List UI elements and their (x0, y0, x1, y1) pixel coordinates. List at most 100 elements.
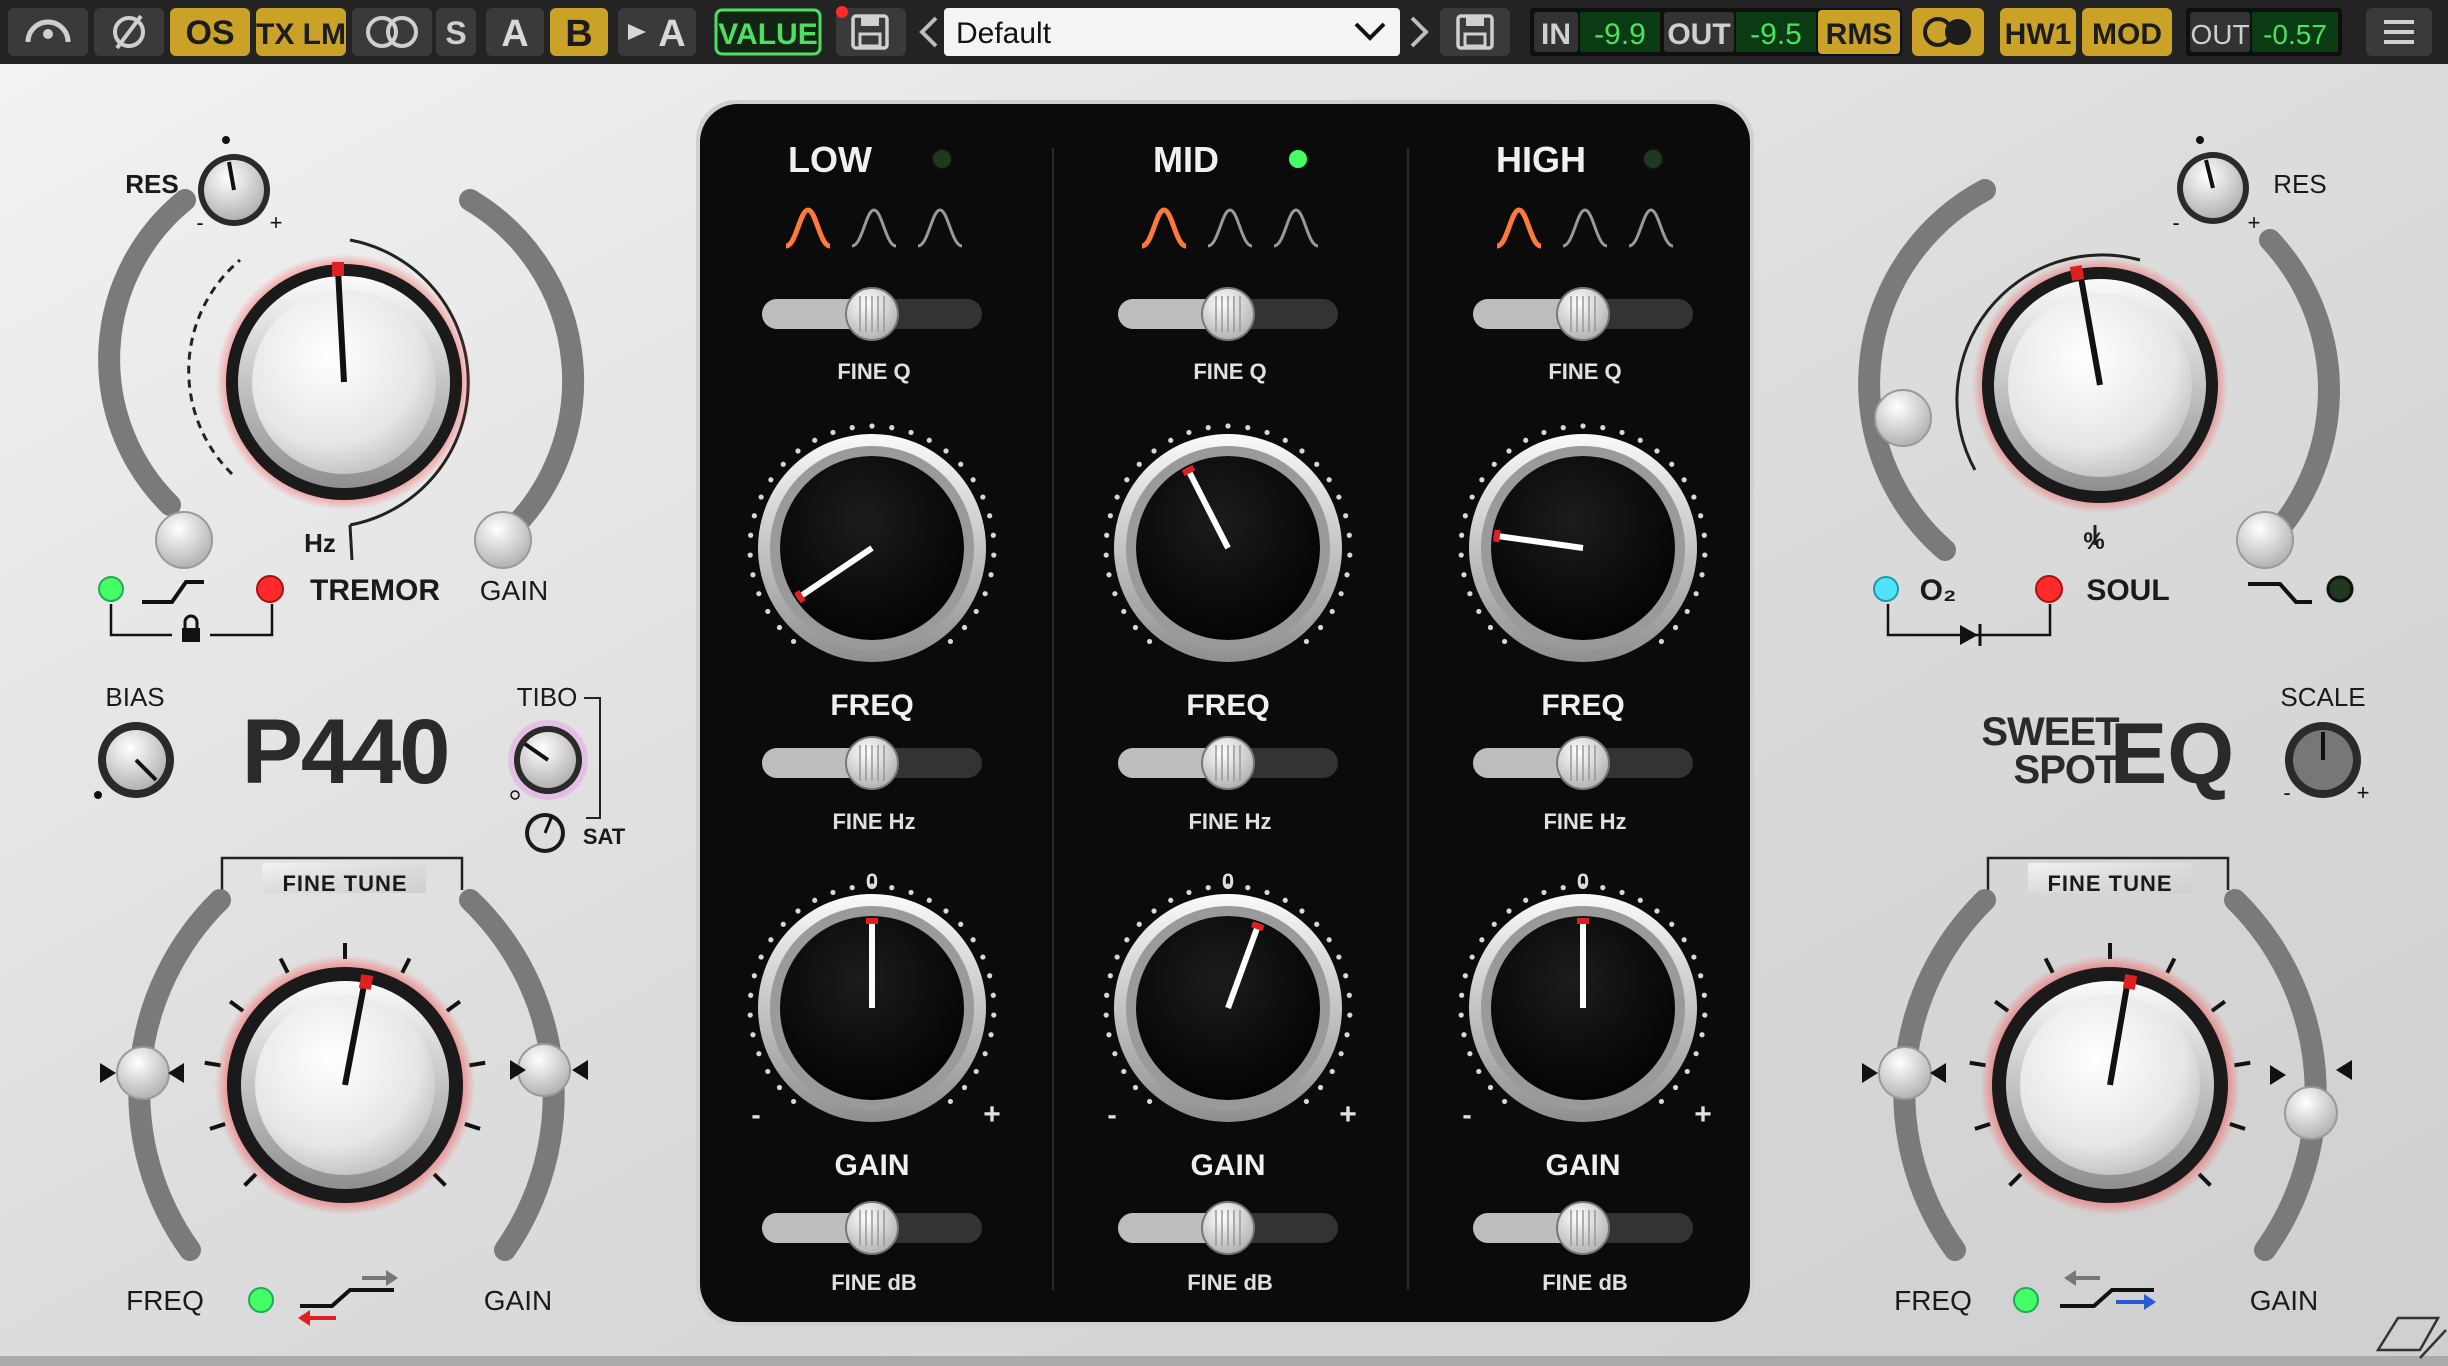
scale-dot (795, 448, 801, 454)
filter-led[interactable] (98, 576, 124, 602)
gain-right-slider-handle[interactable] (2284, 1086, 2338, 1140)
scale-dot (1469, 954, 1475, 960)
s-label: S (445, 15, 466, 51)
hw1-button[interactable]: HW1 (2000, 8, 2076, 56)
output-gain-readout[interactable]: OUT -0.57 (2186, 8, 2342, 56)
tremor-freq-slider-handle[interactable] (155, 511, 213, 569)
scale-dot (1245, 885, 1251, 891)
scale-dot (1299, 908, 1305, 914)
gain-minus-label: - (1462, 1099, 1471, 1130)
value-button[interactable]: VALUE (714, 8, 822, 56)
hz-label: Hz (304, 528, 336, 558)
save-as-button[interactable] (1440, 8, 1510, 56)
freq-right-slider-handle[interactable] (1878, 1046, 1932, 1100)
high-shelf-led[interactable] (2013, 1287, 2039, 1313)
toolbar: OS TX LM S A B A VALUE Default IN -9.9 O… (0, 0, 2448, 64)
tibo-knob[interactable] (508, 720, 588, 800)
bias-knob[interactable] (98, 722, 174, 798)
soul-label: SOUL (2086, 574, 2169, 607)
res-knob-right[interactable] (2177, 152, 2249, 224)
oversampling-button[interactable]: OS (170, 8, 250, 56)
sat-knob[interactable] (525, 813, 565, 853)
gain-zero-label: 0 (866, 869, 878, 894)
scale-dot (1107, 973, 1113, 979)
scale-dot (1684, 608, 1690, 615)
freq-slider-handle[interactable] (116, 1046, 170, 1100)
link-mode-button[interactable] (1912, 8, 1984, 56)
scale-dot (889, 885, 895, 891)
phase-button[interactable] (94, 8, 164, 56)
save-preset-button[interactable] (836, 6, 906, 56)
scale-dot (1637, 437, 1643, 443)
freq-label: FREQ (126, 1285, 204, 1316)
lowpass-led[interactable] (2326, 575, 2354, 603)
fine-hz-label: FINE Hz (1188, 809, 1271, 834)
tremor-led[interactable] (256, 575, 284, 603)
preset-name: Default (956, 17, 1052, 50)
shelf-led[interactable] (248, 1287, 274, 1313)
scale-dot (1469, 494, 1475, 500)
scale-dot (1560, 885, 1566, 891)
scale-dot (830, 889, 836, 896)
scale-dot (961, 624, 968, 631)
high-band-led[interactable] (1642, 148, 1664, 170)
plugin-window: OS TX LM S A B A VALUE Default IN -9.9 O… (0, 0, 2448, 1366)
rms-button[interactable]: RMS (1818, 10, 1900, 54)
scale-dot (1336, 954, 1342, 960)
mid-band-led[interactable] (1287, 148, 1309, 170)
scale-dot (1314, 921, 1320, 927)
preset-dropdown[interactable]: Default (944, 8, 1400, 56)
scale-dot (988, 1032, 994, 1038)
scale-dot (1317, 1084, 1324, 1091)
scale-dot (1523, 897, 1529, 903)
low-band-led[interactable] (931, 148, 953, 170)
scale-dot (1479, 937, 1485, 943)
scale-dot (1344, 572, 1350, 578)
gain-zero-label: 0 (1222, 869, 1234, 894)
scale-dot (1699, 572, 1705, 578)
scale-minus: - (2283, 780, 2290, 805)
fine-hz-label: FINE Hz (1543, 809, 1626, 834)
solo-button[interactable]: S (436, 8, 476, 56)
copy-to-a-button[interactable]: A (618, 8, 696, 56)
hw1-label: HW1 (2005, 18, 2072, 51)
menu-button[interactable] (2366, 8, 2432, 56)
scale-dot (1104, 992, 1110, 998)
scale-dot (1151, 908, 1157, 914)
tx-lm-button[interactable]: TX LM (256, 8, 346, 56)
scale-dot (980, 954, 986, 960)
res-knob[interactable] (198, 154, 270, 226)
scale-dot (748, 532, 754, 538)
stereo-link-button[interactable] (352, 8, 432, 56)
tremor-gain-slider-handle[interactable] (474, 511, 532, 569)
scale-dot (1541, 429, 1547, 436)
freq-label: FREQ (1541, 689, 1624, 722)
o2-led[interactable] (1873, 576, 1899, 602)
scale-dot (1329, 608, 1335, 615)
scale-knob[interactable] (2285, 722, 2361, 798)
res-right-label: RES (2273, 169, 2326, 199)
scale-dot (947, 638, 954, 645)
scale-dot (1303, 638, 1310, 645)
scale-dot (1458, 1012, 1464, 1018)
scale-dot (908, 889, 914, 896)
b-label: B (565, 13, 592, 55)
scale-dot (790, 638, 797, 645)
soul-freq-slider-handle[interactable] (1874, 389, 1932, 447)
preset-b-button[interactable]: B (550, 8, 608, 56)
scale-dot (812, 897, 818, 903)
bypass-button[interactable] (8, 8, 88, 56)
scale-dot (1681, 937, 1687, 943)
soul-knob[interactable] (1972, 257, 2228, 513)
soul-led[interactable] (2035, 575, 2063, 603)
preset-a-button[interactable]: A (486, 8, 544, 56)
scale-dot (1124, 477, 1130, 483)
scale-dot (1121, 1068, 1127, 1075)
scale-dot (1282, 437, 1288, 443)
scale-dot (1476, 1068, 1482, 1075)
scale-dot (1458, 552, 1464, 558)
soul-gain-slider-handle[interactable] (2236, 511, 2294, 569)
scale-dot (780, 921, 786, 927)
mod-button[interactable]: MOD (2082, 8, 2172, 56)
tremor-knob[interactable] (216, 254, 472, 510)
